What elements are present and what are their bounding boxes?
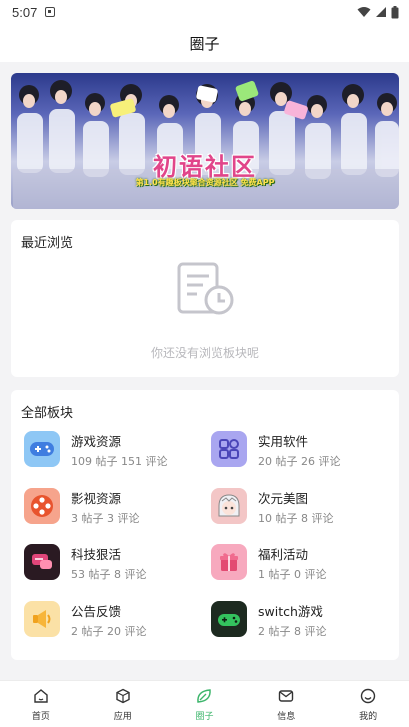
gift-icon <box>211 544 247 580</box>
board-stats: 109 帖子 151 评论 <box>71 455 168 468</box>
tab-profile[interactable]: 我的 <box>327 681 409 727</box>
board-name: 影视资源 <box>71 491 122 506</box>
tab-circle[interactable]: 圈子 <box>164 681 246 727</box>
battery-icon <box>391 5 399 18</box>
board-name: switch游戏 <box>258 604 323 619</box>
board-stats: 53 帖子 8 评论 <box>71 568 147 581</box>
status-bar: 5:07 <box>0 0 409 24</box>
board-name: 实用软件 <box>258 434 309 449</box>
all-boards-title: 全部板块 <box>21 406 74 421</box>
anime-avatar-icon <box>211 488 247 524</box>
home-icon <box>34 689 48 703</box>
film-reel-icon <box>24 488 60 524</box>
board-tech[interactable]: 科技狠活 53 帖子 8 评论 <box>24 542 204 582</box>
board-announcements[interactable]: 公告反馈 2 帖子 20 评论 <box>24 599 204 639</box>
community-banner[interactable]: 初语社区 第1.0有趣板块聚合资源社区 免费APP <box>11 73 399 209</box>
tab-label: 我的 <box>359 712 378 722</box>
signal-icon <box>376 7 386 17</box>
switch-controller-icon <box>211 601 247 637</box>
recent-browsing-card: 最近浏览 你还没有浏览板块呢 <box>11 220 399 377</box>
empty-history-icon <box>177 262 234 315</box>
all-boards-card: 全部板块 游戏资源 109 帖子 151 评论 实用软件 20 帖子 26 评论… <box>11 390 399 660</box>
tech-chat-icon <box>24 544 60 580</box>
board-switch-games[interactable]: switch游戏 2 帖子 8 评论 <box>211 599 391 639</box>
wifi-icon <box>357 7 371 17</box>
megaphone-icon <box>24 601 60 637</box>
smile-icon <box>360 688 376 704</box>
notification-app-icon <box>45 7 56 17</box>
board-anime-pictures[interactable]: 次元美图 10 帖子 8 评论 <box>211 486 391 526</box>
tab-home[interactable]: 首页 <box>0 681 82 727</box>
tab-messages[interactable]: 信息 <box>245 681 327 727</box>
tab-label: 首页 <box>31 712 50 722</box>
board-stats: 10 帖子 8 评论 <box>258 512 334 525</box>
tab-label: 圈子 <box>195 712 214 722</box>
apps-icon <box>211 431 247 467</box>
board-name: 次元美图 <box>258 491 309 506</box>
gamepad-icon <box>24 431 60 467</box>
tab-label: 应用 <box>113 712 132 722</box>
board-name: 游戏资源 <box>71 434 122 449</box>
banner-subtitle: 第1.0有趣板块聚合资源社区 免费APP <box>135 178 275 187</box>
board-game-resources[interactable]: 游戏资源 109 帖子 151 评论 <box>24 429 204 469</box>
top-header: 圈子 <box>0 24 409 62</box>
board-stats: 1 帖子 0 评论 <box>258 568 327 581</box>
recent-section-title: 最近浏览 <box>21 236 74 251</box>
status-time: 5:07 <box>12 4 38 20</box>
leaf-icon <box>197 689 212 703</box>
board-welfare-events[interactable]: 福利活动 1 帖子 0 评论 <box>211 542 391 582</box>
board-stats: 2 帖子 8 评论 <box>258 625 327 638</box>
cube-icon <box>115 688 130 704</box>
empty-recent-text: 你还没有浏览板块呢 <box>150 346 259 360</box>
tab-apps[interactable]: 应用 <box>82 681 164 727</box>
board-film-resources[interactable]: 影视资源 3 帖子 3 评论 <box>24 486 204 526</box>
page-title: 圈子 <box>189 34 220 53</box>
status-indicators <box>357 5 399 19</box>
banner-crowd-image <box>13 80 399 209</box>
board-useful-software[interactable]: 实用软件 20 帖子 26 评论 <box>211 429 391 469</box>
board-stats: 20 帖子 26 评论 <box>258 455 341 468</box>
board-name: 福利活动 <box>258 547 309 562</box>
tab-label: 信息 <box>277 712 296 722</box>
board-name: 科技狠活 <box>71 547 122 562</box>
board-stats: 3 帖子 3 评论 <box>71 512 140 525</box>
mail-icon <box>279 690 294 702</box>
bottom-tab-bar: 首页 应用 圈子 信息 我的 <box>0 680 409 727</box>
board-stats: 2 帖子 20 评论 <box>71 625 147 638</box>
board-name: 公告反馈 <box>71 604 122 619</box>
